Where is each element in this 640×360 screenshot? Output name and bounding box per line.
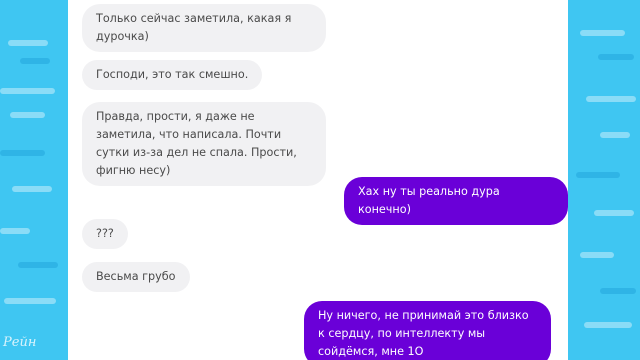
background-dash: [12, 186, 52, 192]
message-bubble-incoming: Весьма грубо: [82, 262, 190, 292]
message-bubble-incoming: Только сейчас заметила, какая я дурочка): [82, 4, 326, 52]
background-dash: [580, 252, 614, 258]
background-dash: [580, 30, 625, 36]
message-bubble-incoming: Правда, прости, я даже не заметила, что …: [82, 102, 326, 186]
background-dash: [576, 172, 620, 178]
background-dash: [10, 112, 45, 118]
background-dash: [20, 58, 50, 64]
background-dash: [8, 40, 48, 46]
message-bubble-outgoing: Хах ну ты реально дура конечно): [344, 177, 568, 225]
background-dash: [0, 228, 30, 234]
background-dash: [18, 262, 58, 268]
background-dash: [600, 132, 630, 138]
background-dash: [4, 298, 56, 304]
watermark: Рейн: [3, 335, 37, 350]
background-dash: [598, 54, 634, 60]
chat-panel: Только сейчас заметила, какая я дурочка)…: [68, 0, 568, 360]
background-dash: [594, 210, 634, 216]
background-dash: [600, 288, 636, 294]
background-dash: [584, 322, 632, 328]
message-bubble-incoming: ???: [82, 219, 128, 249]
background-dash: [0, 88, 55, 94]
background-dash: [586, 96, 636, 102]
message-bubble-incoming: Господи, это так смешно.: [82, 60, 263, 90]
message-bubble-outgoing: Ну ничего, не принимай это близко к серд…: [304, 301, 551, 360]
background-dash: [0, 150, 45, 156]
